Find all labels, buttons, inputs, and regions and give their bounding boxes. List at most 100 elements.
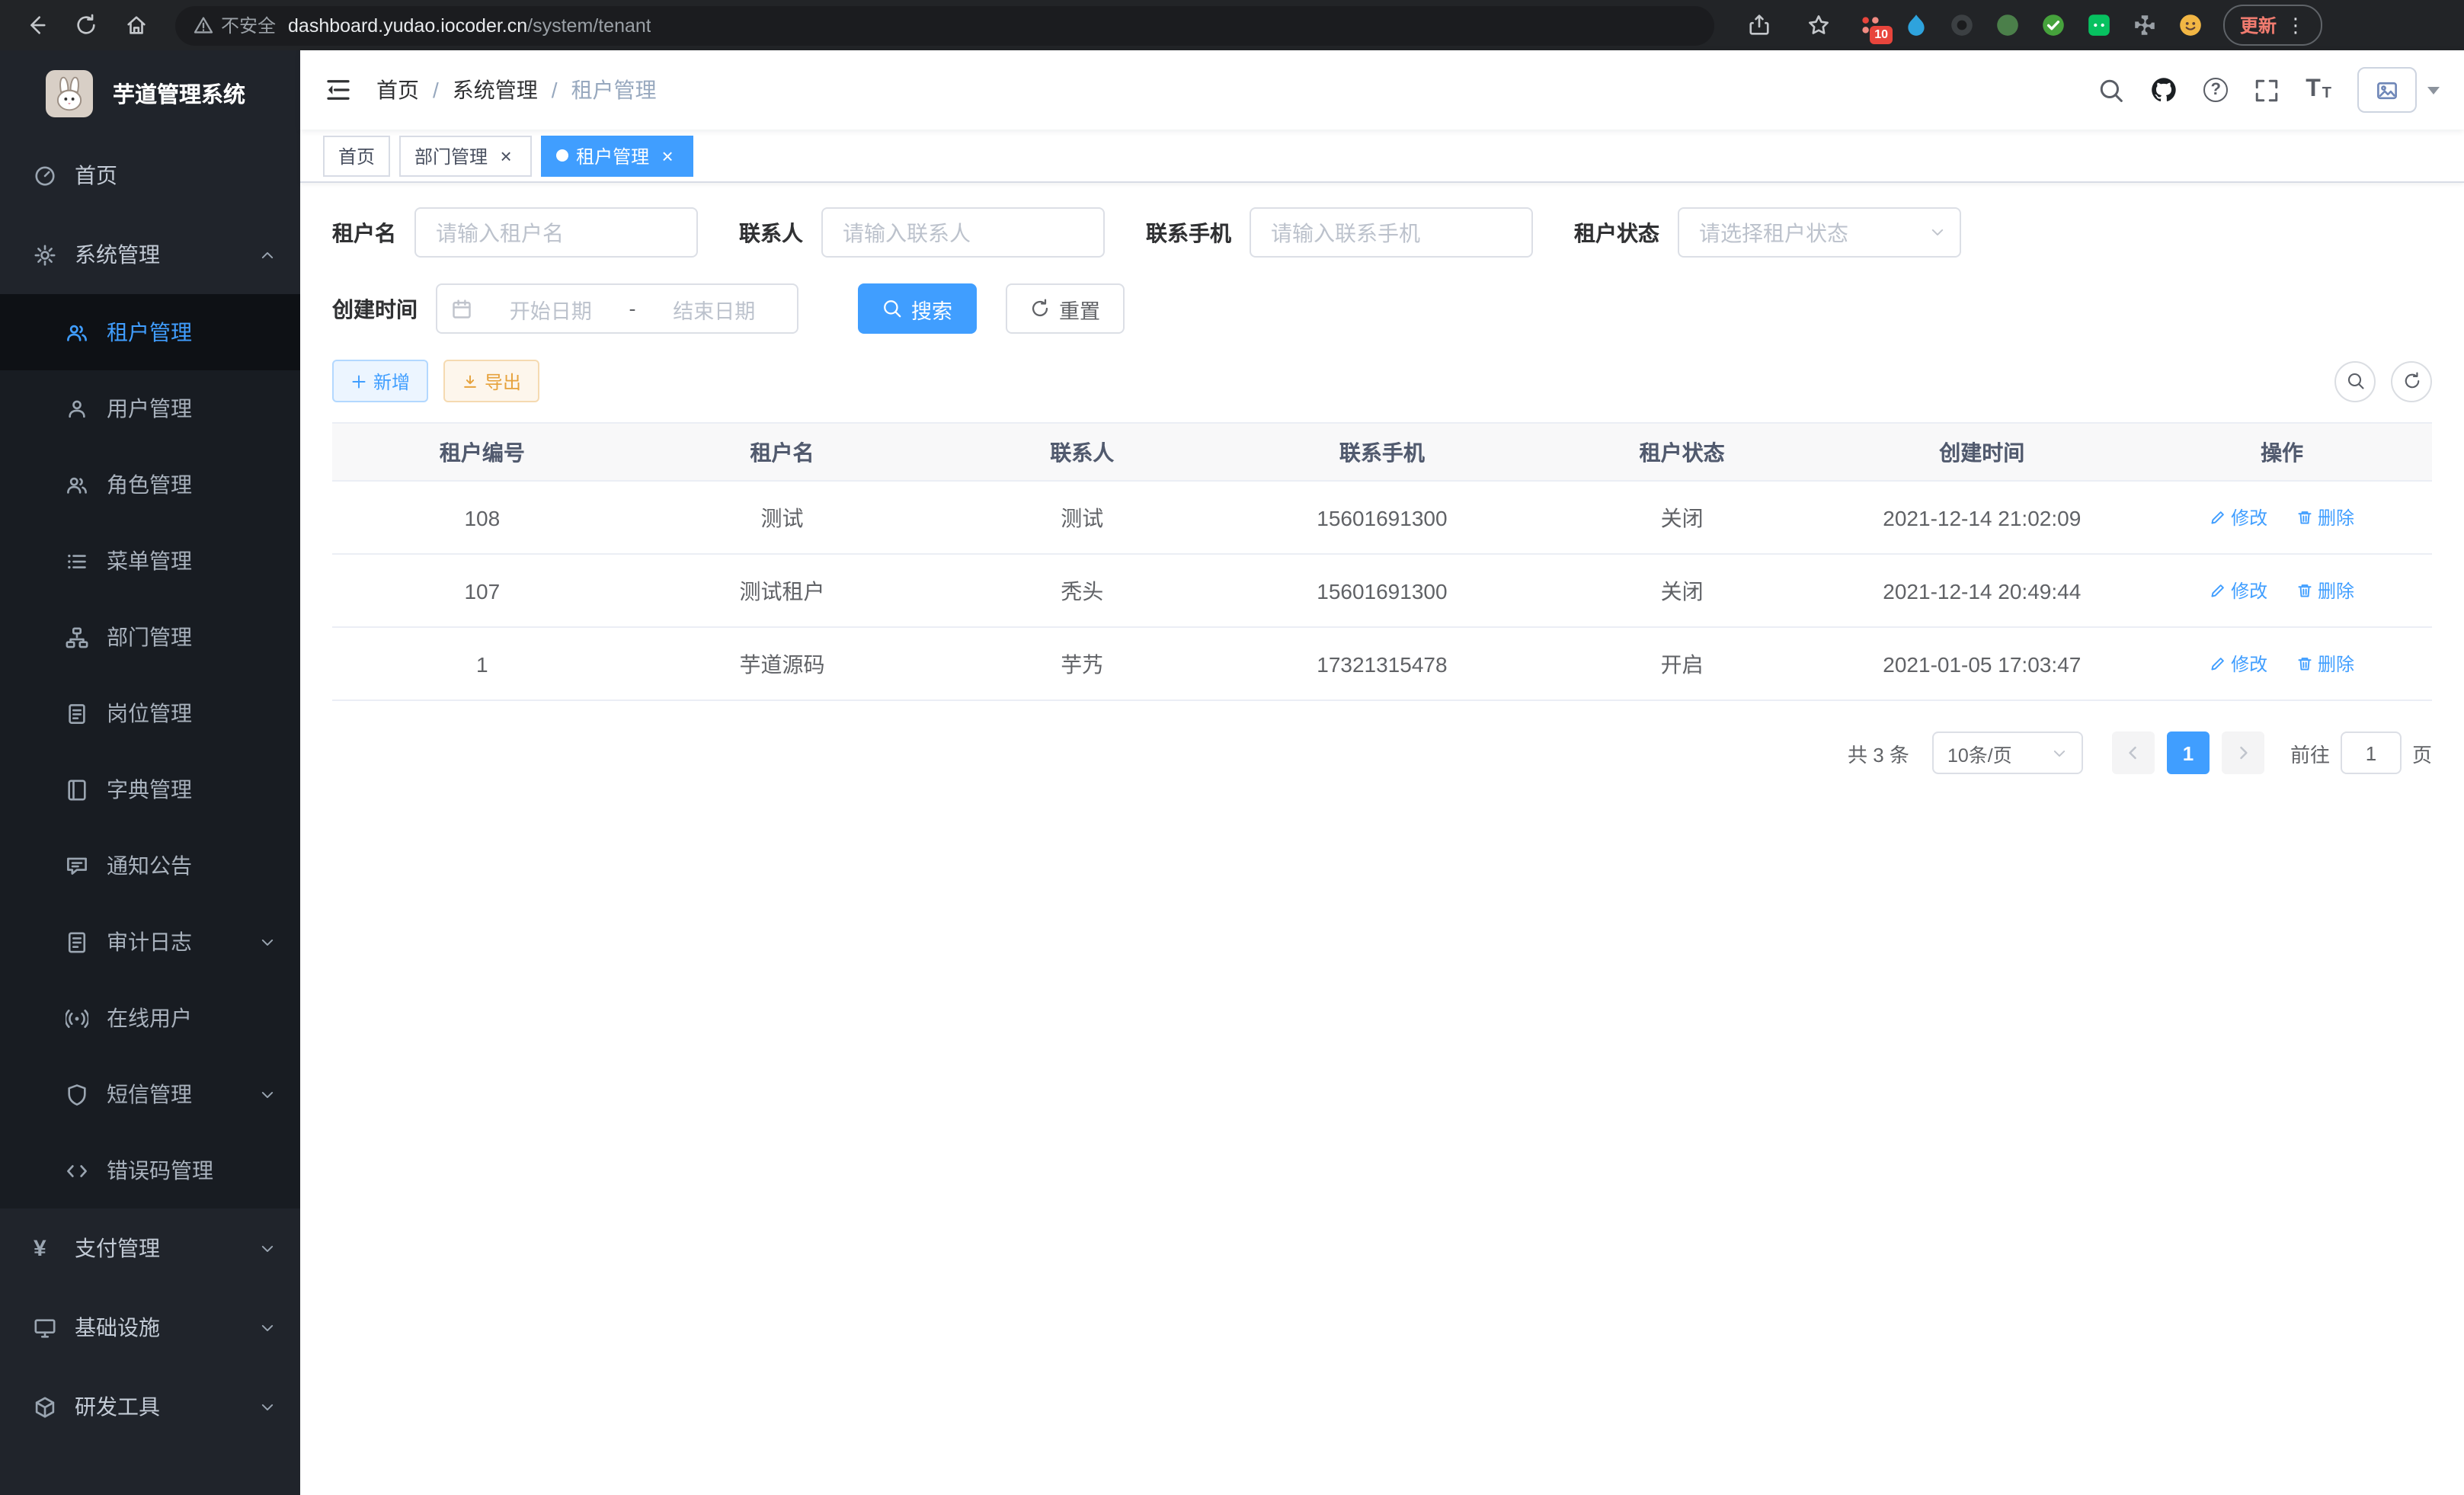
delete-label: 删除: [2318, 504, 2354, 530]
sidebar-item-sms[interactable]: 短信管理: [0, 1056, 300, 1132]
reload-icon[interactable]: [66, 5, 105, 45]
contact-input[interactable]: [821, 207, 1105, 258]
sidebar-item-label: 错误码管理: [107, 1155, 213, 1186]
screen: 不安全 dashboard.yudao.iocoder.cn/system/te…: [0, 0, 2464, 1495]
sidebar-item-error-code[interactable]: 错误码管理: [0, 1132, 300, 1208]
sidebar-item-notice[interactable]: 通知公告: [0, 828, 300, 904]
extensions-puzzle-icon[interactable]: [2132, 12, 2158, 38]
fullscreen-icon[interactable]: [2254, 77, 2280, 103]
sidebar-item-role[interactable]: 角色管理: [0, 447, 300, 523]
share-icon[interactable]: [1739, 5, 1778, 45]
search-button[interactable]: 搜索: [858, 283, 977, 334]
add-button-label: 新增: [373, 368, 410, 394]
sidebar-item-dict[interactable]: 字典管理: [0, 751, 300, 828]
cell-created: 2021-12-14 21:02:09: [1832, 481, 2132, 554]
back-icon[interactable]: [15, 5, 55, 45]
url-path: /system/tenant: [527, 14, 651, 36]
delete-link[interactable]: 删除: [2296, 578, 2354, 603]
refresh-button[interactable]: [2391, 360, 2432, 402]
end-date-placeholder: 结束日期: [645, 293, 784, 324]
close-icon[interactable]: [495, 145, 517, 166]
edit-link[interactable]: 修改: [2210, 504, 2267, 530]
sidebar-item-payment[interactable]: 支付管理: [0, 1208, 300, 1288]
edit-link[interactable]: 修改: [2210, 578, 2267, 603]
tenant-name-input[interactable]: [414, 207, 698, 258]
edit-link[interactable]: 修改: [2210, 651, 2267, 677]
extension-lens-icon[interactable]: [1949, 12, 1975, 38]
logo-avatar: [46, 69, 93, 117]
app-logo[interactable]: 芋道管理系统: [0, 50, 300, 136]
sidebar-item-label: 租户管理: [107, 317, 192, 347]
chevron-down-icon: [259, 933, 276, 950]
cell-status: 开启: [1532, 627, 1832, 700]
active-dot: [556, 149, 568, 162]
sidebar-item-label: 角色管理: [107, 469, 192, 500]
edit-label: 修改: [2231, 651, 2267, 677]
toggle-search-button[interactable]: [2334, 360, 2376, 402]
sidebar-item-label: 审计日志: [107, 927, 192, 957]
sidebar-toggle-icon[interactable]: [300, 76, 376, 104]
extension-chat-icon[interactable]: [2086, 12, 2112, 38]
date-range-picker[interactable]: 开始日期 - 结束日期: [436, 283, 798, 334]
extension-check-icon[interactable]: [2040, 12, 2066, 38]
sidebar-item-post[interactable]: 岗位管理: [0, 675, 300, 751]
extension-green-icon[interactable]: [1995, 12, 2021, 38]
sidebar-item-menu-mgmt[interactable]: 菜单管理: [0, 523, 300, 599]
reset-button[interactable]: 重置: [1006, 283, 1125, 334]
cell-phone: 17321315478: [1232, 627, 1532, 700]
home-icon[interactable]: [116, 5, 155, 45]
sidebar-item-system[interactable]: 系统管理: [0, 215, 300, 294]
address-bar[interactable]: 不安全 dashboard.yudao.iocoder.cn/system/te…: [175, 5, 1714, 45]
status-select[interactable]: 请选择租户状态: [1678, 207, 1961, 258]
tab-dept[interactable]: 部门管理: [399, 135, 532, 176]
sidebar-item-online-users[interactable]: 在线用户: [0, 980, 300, 1056]
user-avatar[interactable]: [2357, 67, 2440, 113]
cell-id: 107: [332, 554, 632, 627]
tab-home[interactable]: 首页: [323, 135, 390, 176]
filter-label: 联系人: [739, 217, 803, 248]
tags-view-bar: 首页 部门管理 租户管理: [300, 130, 2464, 183]
next-page-button[interactable]: [2222, 731, 2264, 774]
browser-update-button[interactable]: 更新: [2223, 5, 2322, 46]
sidebar-item-label: 菜单管理: [107, 546, 192, 576]
delete-link[interactable]: 删除: [2296, 504, 2354, 530]
sidebar-item-user[interactable]: 用户管理: [0, 370, 300, 447]
phone-input[interactable]: [1250, 207, 1533, 258]
sidebar-item-devtools[interactable]: 研发工具: [0, 1367, 300, 1446]
page-number-current[interactable]: 1: [2167, 731, 2210, 774]
breadcrumb-home[interactable]: 首页: [376, 75, 419, 105]
page-size-select[interactable]: 10条/页: [1932, 731, 2083, 774]
filter-contact: 联系人: [739, 207, 1105, 258]
cell-actions: 修改 删除: [2132, 627, 2432, 700]
cell-contact: 芋艿: [932, 627, 1232, 700]
chevron-down-icon: [2051, 744, 2068, 761]
prev-page-button[interactable]: [2112, 731, 2155, 774]
sidebar-item-audit-log[interactable]: 审计日志: [0, 904, 300, 980]
close-icon[interactable]: [657, 145, 678, 166]
bookmark-star-icon[interactable]: [1798, 5, 1838, 45]
breadcrumb-system[interactable]: 系统管理: [453, 75, 538, 105]
font-size-icon[interactable]: [2306, 78, 2331, 102]
total-count: 共 3 条: [1848, 738, 1909, 767]
jump-page-input[interactable]: [2341, 731, 2402, 774]
tab-tenant[interactable]: 租户管理: [541, 135, 693, 176]
add-button[interactable]: 新增: [332, 360, 428, 402]
broken-image-icon: [2357, 67, 2417, 113]
profile-avatar-icon[interactable]: [2178, 12, 2203, 38]
sidebar-item-home[interactable]: 首页: [0, 136, 300, 215]
filter-label: 联系手机: [1146, 217, 1231, 248]
yen-icon: [34, 1237, 58, 1260]
browser-chrome: 不安全 dashboard.yudao.iocoder.cn/system/te…: [0, 0, 2464, 50]
tenants-icon: [66, 321, 90, 344]
sidebar-item-dept[interactable]: 部门管理: [0, 599, 300, 675]
search-icon[interactable]: [2098, 77, 2124, 103]
extension-dots-icon[interactable]: 10: [1858, 12, 1883, 38]
export-button[interactable]: 导出: [443, 360, 539, 402]
delete-link[interactable]: 删除: [2296, 651, 2354, 677]
help-icon[interactable]: [2203, 78, 2228, 102]
github-icon[interactable]: [2150, 76, 2178, 104]
org-tree-icon: [66, 626, 90, 648]
sidebar-item-tenant[interactable]: 租户管理: [0, 294, 300, 370]
extension-drop-icon[interactable]: [1903, 12, 1929, 38]
sidebar-item-infra[interactable]: 基础设施: [0, 1288, 300, 1367]
